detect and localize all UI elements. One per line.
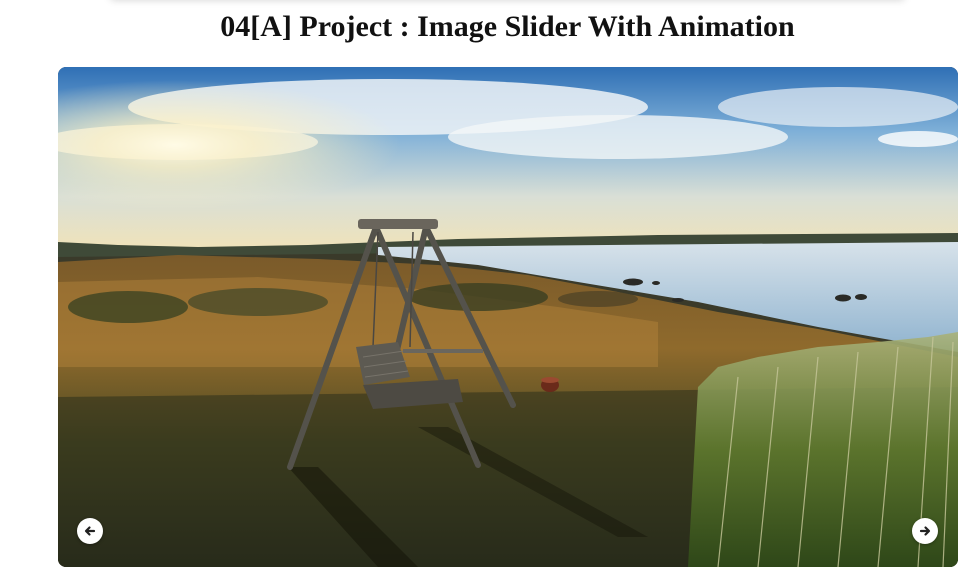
image-slider[interactable] <box>58 67 958 567</box>
next-slide-button[interactable] <box>912 518 938 544</box>
page: 04[A] Project : Image Slider With Animat… <box>0 0 979 574</box>
arrow-right-icon <box>919 526 931 536</box>
page-title: 04[A] Project : Image Slider With Animat… <box>220 10 795 43</box>
arrow-left-icon <box>84 526 96 536</box>
prev-slide-button[interactable] <box>77 518 103 544</box>
slide-image <box>58 67 958 567</box>
